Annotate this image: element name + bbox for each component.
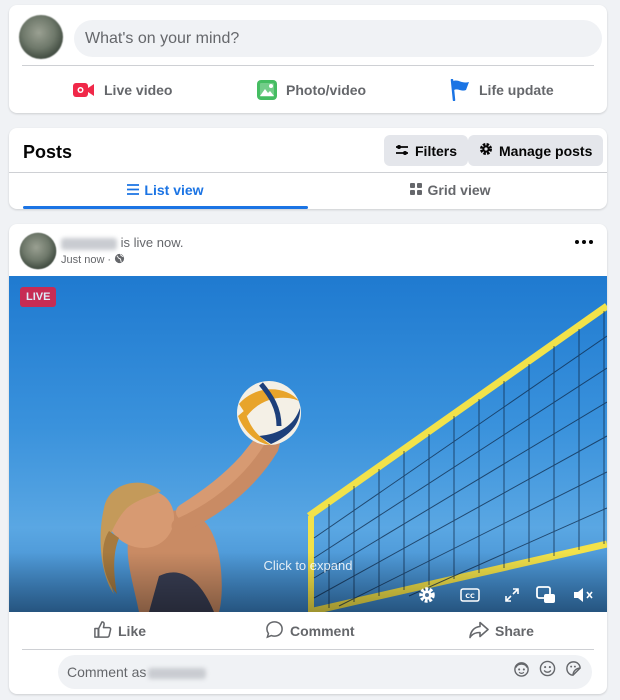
post-timestamp[interactable]: Just now (61, 254, 104, 266)
fullscreen-icon[interactable] (501, 584, 523, 606)
gear-icon (479, 142, 493, 159)
divider (22, 649, 594, 650)
life-update-button[interactable]: Life update (449, 72, 554, 108)
life-update-label: Life update (479, 82, 554, 98)
separator-dot: · (107, 254, 112, 266)
post-meta: Just now · (61, 253, 125, 267)
emoji-icon[interactable] (539, 655, 556, 689)
photo-icon (256, 79, 278, 101)
tab-list-view[interactable]: List view (23, 173, 308, 207)
globe-icon (114, 253, 125, 267)
manage-posts-label: Manage posts (499, 142, 593, 159)
more-options-button[interactable] (575, 240, 593, 244)
settings-icon[interactable] (416, 584, 438, 606)
post-header-line: is live now. (61, 235, 184, 250)
live-badge: LIVE (20, 287, 57, 307)
live-video-player[interactable]: LIVE Click to expand CC (9, 276, 607, 612)
live-video-label: Live video (104, 82, 173, 98)
create-post-card: What's on your mind? Live video Photo/vi… (9, 5, 607, 113)
captions-icon[interactable]: CC (459, 584, 481, 606)
divider (22, 65, 594, 66)
photo-video-button[interactable]: Photo/video (256, 72, 366, 108)
grid-icon (410, 182, 423, 198)
volleyball (237, 381, 301, 445)
avatar-sticker-icon[interactable] (513, 655, 530, 689)
post-card: is live now. Just now · LIVE Click to ex… (9, 224, 607, 694)
tab-grid-view-label: Grid view (427, 182, 491, 198)
comment-label: Comment (290, 623, 355, 639)
comment-button[interactable]: Comment (265, 613, 355, 649)
pip-icon[interactable] (535, 584, 557, 606)
filters-icon (395, 143, 409, 159)
live-video-button[interactable]: Live video (72, 72, 172, 108)
like-icon (93, 620, 112, 642)
photo-video-label: Photo/video (286, 82, 367, 98)
share-button[interactable]: Share (469, 613, 534, 649)
share-icon (469, 621, 489, 642)
comment-placeholder: Comment as (67, 664, 147, 680)
tab-list-view-label: List view (144, 182, 204, 198)
sticker-icon[interactable] (565, 655, 582, 689)
like-label: Like (118, 623, 147, 639)
mute-icon[interactable] (572, 584, 594, 606)
manage-posts-button[interactable]: Manage posts (468, 135, 604, 166)
like-button[interactable]: Like (93, 613, 146, 649)
filters-label: Filters (415, 142, 458, 159)
comment-input[interactable]: Comment as (58, 655, 592, 689)
flag-icon (449, 79, 471, 101)
live-status-text: is live now. (120, 235, 184, 250)
posts-header-card: Posts Filters Manage posts List view Gri… (9, 128, 607, 209)
posts-title: Posts (23, 142, 73, 162)
svg-text:CC: CC (465, 592, 475, 600)
comment-icon (265, 620, 284, 642)
avatar[interactable] (20, 233, 56, 269)
whats-on-your-mind-input[interactable]: What's on your mind? (74, 20, 602, 57)
avatar[interactable] (19, 15, 63, 59)
active-tab-indicator (23, 206, 308, 209)
list-icon (127, 182, 140, 198)
filters-button[interactable]: Filters (384, 135, 469, 166)
author-name-redacted[interactable] (61, 237, 117, 250)
live-video-icon (72, 81, 96, 99)
share-label: Share (495, 623, 534, 639)
click-to-expand-text[interactable]: Click to expand (9, 558, 607, 573)
comment-tools (513, 655, 582, 689)
post-actions: Like Comment Share (9, 613, 607, 649)
commenter-name-redacted (148, 667, 207, 679)
tab-grid-view[interactable]: Grid view (308, 173, 593, 207)
